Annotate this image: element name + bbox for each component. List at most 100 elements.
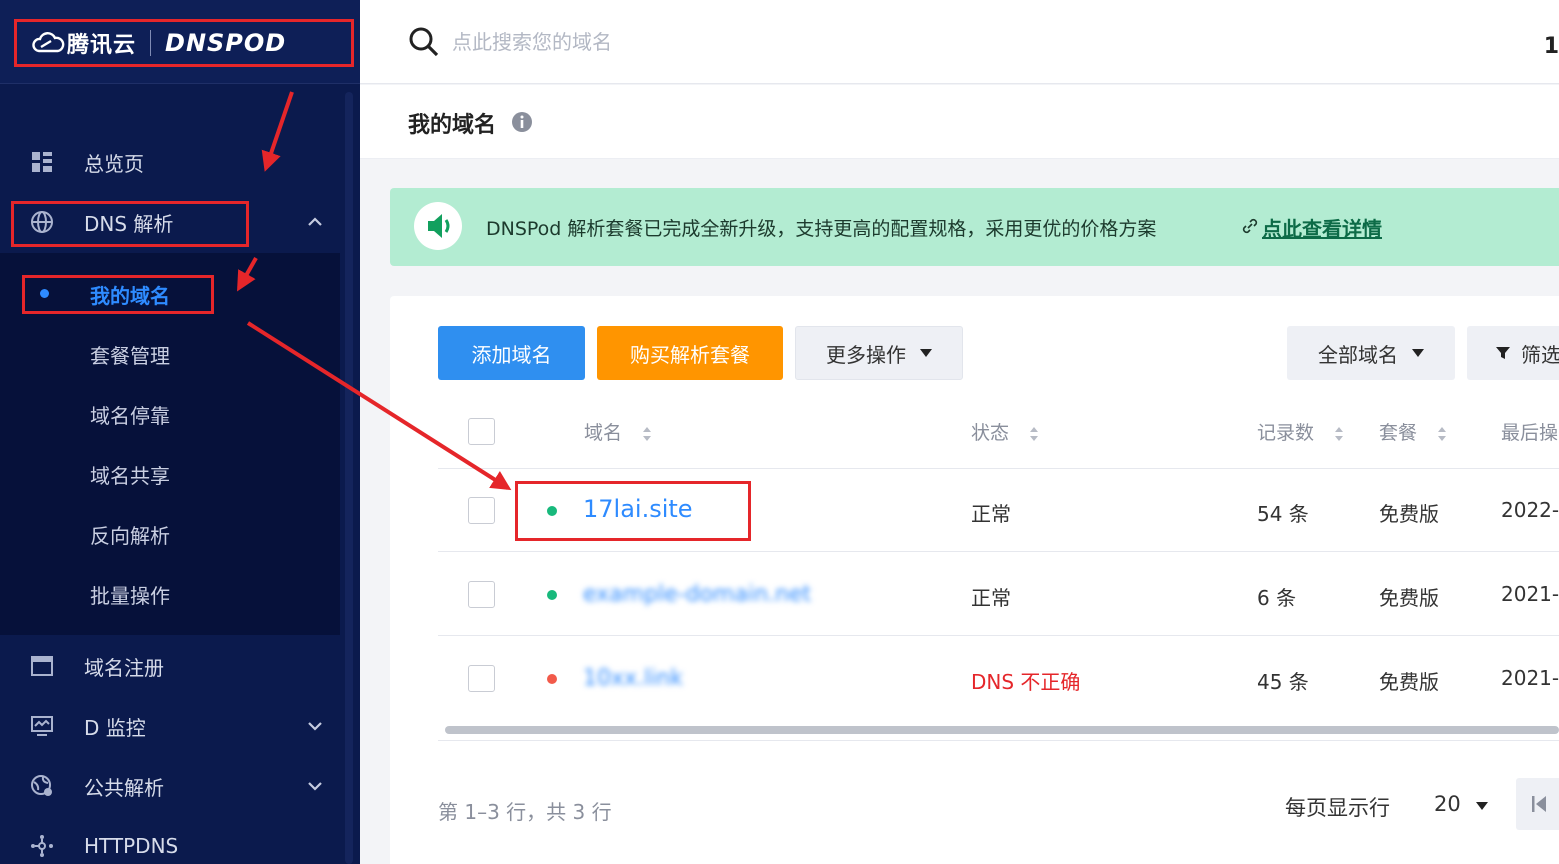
per-page-label: 每页显示行 [1285, 796, 1390, 820]
notice-icon-wrap [414, 202, 462, 250]
column-header-label: 域名 [584, 422, 623, 444]
status-ok-dot [547, 590, 557, 600]
column-header-label: 套餐 [1379, 422, 1418, 444]
sort-icon [1335, 426, 1344, 441]
topbar: 1 [360, 0, 1559, 84]
plan-name: 免费版 [1379, 670, 1439, 694]
caret-down-icon[interactable] [1476, 802, 1488, 810]
sidebar-item-public-dns[interactable]: 公共解析 [0, 756, 345, 816]
annotation-box-my-domains [22, 275, 214, 314]
submenu-item-parking[interactable]: 域名停靠 [0, 383, 340, 443]
topbar-edge-text: 1 [1543, 34, 1559, 59]
first-page-icon [1532, 796, 1546, 812]
column-header-last-op: 最后操 [1501, 422, 1559, 444]
select-all-checkbox[interactable] [468, 418, 495, 445]
submenu-item-sharing[interactable]: 域名共享 [0, 443, 340, 503]
brand-divider [150, 30, 152, 56]
column-header-records[interactable]: 记录数 [1257, 418, 1344, 445]
brand-name-en: DNSPOD [165, 29, 287, 57]
chevron-up-icon [308, 217, 322, 226]
sidebar-item-label: 公共解析 [84, 775, 164, 800]
annotation-box-domain [515, 481, 751, 541]
add-domain-button[interactable]: 添加域名 [438, 326, 585, 380]
caret-down-icon [1412, 349, 1424, 357]
sidebar-item-label: 域名注册 [84, 655, 164, 680]
sidebar-item-registration[interactable]: 域名注册 [0, 636, 345, 696]
public-dns-icon [31, 775, 52, 796]
last-op-time: 2022- [1501, 498, 1559, 522]
submenu-label: 域名停靠 [90, 404, 170, 428]
row-divider [438, 635, 1559, 636]
status-error-dot [547, 674, 557, 684]
horizontal-scrollbar[interactable] [445, 726, 1559, 734]
all-domains-dropdown[interactable]: 全部域名 [1287, 326, 1455, 380]
record-count[interactable]: 45 条 [1257, 666, 1309, 695]
buy-plan-button[interactable]: 购买解析套餐 [597, 326, 783, 380]
sidebar-item-httpdns[interactable]: HTTPDNS [0, 816, 345, 864]
last-op-time: 2021- [1501, 582, 1559, 606]
logo-bar: 腾讯云 DNSPOD [0, 0, 360, 84]
plan-name: 免费版 [1379, 586, 1439, 610]
row-divider [438, 551, 1559, 552]
brand-logo[interactable]: 腾讯云 DNSPOD [14, 19, 354, 67]
sort-icon [1438, 426, 1447, 441]
domain-list-card: 添加域名 购买解析套餐 更多操作 全部域名 筛选 域名 状态 记录数 套餐 最后… [390, 296, 1559, 864]
footer-divider [438, 740, 1559, 741]
notice-details-link[interactable]: 点此查看详情 [1262, 213, 1382, 242]
browser-window-icon [31, 656, 53, 676]
sidebar-item-label: 总览页 [84, 151, 144, 176]
sort-icon [643, 426, 652, 441]
last-op-time: 2021- [1501, 666, 1559, 690]
row-checkbox[interactable] [468, 497, 495, 524]
domain-link-blurred[interactable]: example-domain.net [583, 582, 811, 607]
per-page-select[interactable]: 20 [1434, 792, 1461, 816]
sidebar-scrollbar[interactable] [345, 92, 353, 864]
page-header: 我的域名 [360, 85, 1559, 159]
sidebar-item-overview[interactable]: 总览页 [0, 132, 345, 192]
row-checkbox[interactable] [468, 581, 495, 608]
domain-link-blurred[interactable]: 10xx.link [583, 666, 683, 691]
status-text: 正常 [971, 586, 1011, 610]
filter-icon [1496, 347, 1510, 359]
submenu-label: 反向解析 [90, 524, 170, 548]
more-actions-button[interactable]: 更多操作 [795, 326, 963, 380]
column-header-plan[interactable]: 套餐 [1379, 418, 1447, 445]
submenu-item-batch[interactable]: 批量操作 [0, 563, 340, 623]
row-checkbox[interactable] [468, 665, 495, 692]
submenu-label: 批量操作 [90, 584, 170, 608]
sidebar-item-monitor[interactable]: D 监控 [0, 696, 345, 756]
annotation-box-dns [11, 201, 249, 247]
column-header-status[interactable]: 状态 [971, 418, 1039, 445]
filter-button[interactable]: 筛选 [1467, 326, 1559, 380]
filter-label: 筛选 [1521, 342, 1559, 367]
dashboard-icon [32, 152, 52, 172]
plan-name: 免费版 [1379, 502, 1439, 526]
link-icon [1242, 218, 1258, 234]
status-text: 正常 [971, 502, 1011, 526]
caret-down-icon [920, 349, 932, 357]
network-nodes-icon [31, 835, 53, 857]
speaker-icon [428, 214, 450, 238]
first-page-button[interactable] [1516, 778, 1559, 830]
status-text-error: DNS 不正确 [971, 670, 1081, 694]
info-icon[interactable] [511, 111, 533, 133]
all-domains-label: 全部域名 [1318, 342, 1398, 367]
column-header-domain[interactable]: 域名 [584, 418, 652, 445]
cloud-logo-icon [32, 32, 65, 53]
notice-banner: DNSPod 解析套餐已完成全新升级，支持更高的配置规格，采用更优的价格方案 点… [390, 188, 1559, 266]
submenu-label: 套餐管理 [90, 344, 170, 368]
column-header-label: 状态 [971, 422, 1010, 444]
sidebar: 腾讯云 DNSPOD 总览页 DNS 解析 我的域名 套餐管理 域名停靠 域名共… [0, 0, 360, 864]
submenu-item-plans[interactable]: 套餐管理 [0, 323, 340, 383]
submenu-label: 域名共享 [90, 464, 170, 488]
search-input[interactable] [452, 26, 952, 58]
pagination-summary: 第 1–3 行，共 3 行 [438, 800, 612, 824]
record-count[interactable]: 54 条 [1257, 498, 1309, 527]
search-icon[interactable] [408, 26, 440, 58]
brand-name-cn: 腾讯云 [67, 33, 137, 58]
page-title: 我的域名 [408, 113, 497, 138]
chevron-down-icon [308, 722, 322, 731]
column-header-label: 记录数 [1257, 422, 1315, 444]
submenu-item-reverse[interactable]: 反向解析 [0, 503, 340, 563]
record-count[interactable]: 6 条 [1257, 582, 1296, 611]
